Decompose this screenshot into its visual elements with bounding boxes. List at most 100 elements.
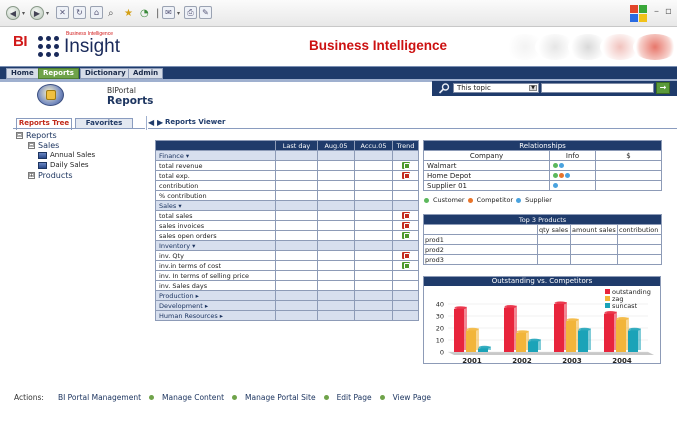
trend-cell (392, 170, 419, 181)
back-dropdown-icon[interactable]: ▾ (22, 6, 25, 20)
refresh-icon[interactable]: ↻ (73, 6, 86, 19)
table-row: Supplier 01 (423, 180, 662, 191)
restore-icon[interactable]: ▫ (665, 6, 672, 17)
trend-up-icon[interactable] (401, 262, 410, 269)
value-cell (317, 160, 355, 171)
tree-node-annual-sales[interactable]: Annual Sales (38, 151, 95, 159)
nav-tab-home[interactable]: Home (6, 68, 39, 79)
relationship-type-icon (553, 183, 558, 188)
bar (454, 308, 464, 352)
minimize-icon[interactable]: – (654, 6, 659, 17)
tree-node-sales[interactable]: ⊟ Sales (28, 141, 59, 150)
stop-icon[interactable]: ✕ (56, 6, 69, 19)
print-icon[interactable]: ⎙ (184, 6, 197, 19)
table-group-row[interactable]: Inventory ▾ (155, 240, 419, 251)
value-cell (570, 234, 618, 245)
column-header: Accu.05 (354, 140, 393, 151)
expand-toggle-icon[interactable]: ⊟ (28, 142, 35, 149)
action-link[interactable]: Manage Content (162, 393, 224, 402)
search-go-button[interactable]: → (656, 82, 670, 94)
bar (504, 307, 514, 352)
search-scope-select[interactable]: This topic ▼ (453, 83, 539, 93)
bar-top (478, 345, 491, 349)
column-header: Last day (275, 140, 318, 151)
viewer-tab-line (148, 128, 677, 129)
relationship-type-icon (553, 163, 558, 168)
table-header-row: Last day Aug.05 Accu.05 Trend (155, 140, 419, 151)
expand-toggle-icon[interactable]: ⊟ (16, 132, 23, 139)
group-label: Development ▸ (155, 300, 276, 311)
trend-up-icon[interactable] (401, 232, 410, 239)
product-name: prod3 (423, 254, 538, 265)
action-link[interactable]: View Page (393, 393, 431, 402)
table-row: prod3 (423, 254, 662, 265)
company-name[interactable]: Supplier 01 (423, 180, 550, 191)
value-cell (617, 244, 662, 255)
nav-tab-admin[interactable]: Admin (128, 68, 164, 79)
column-header: Info (549, 150, 596, 161)
tree-node-reports[interactable]: ⊟ Reports (16, 131, 57, 140)
mail-icon[interactable]: ✉ (162, 6, 175, 19)
nav-tab-reports[interactable]: Reports (38, 68, 79, 79)
tree-node-label: Annual Sales (50, 151, 96, 159)
browser-toolbar: ◀ ▾ ▶ ▾ ✕ ↻ ⌂ ⌕ ★ ◔ | ✉ ▾ ⎙ ✎ – ▫ (0, 0, 677, 27)
table-row: inv. Sales days (155, 280, 419, 291)
mail-dropdown-icon[interactable]: ▾ (177, 6, 180, 20)
trend-down-icon[interactable] (401, 172, 410, 179)
table-group-row[interactable]: Sales ▾ (155, 200, 419, 211)
value-cell (354, 150, 393, 161)
group-label: Production ▸ (155, 290, 276, 301)
value-cell (354, 270, 393, 281)
chevron-down-icon[interactable]: ▼ (529, 85, 537, 91)
table-title-row: Top 3 Products (423, 214, 662, 225)
value-cell (317, 150, 355, 161)
company-name[interactable]: Home Depot (423, 170, 550, 181)
table-group-row[interactable]: Development ▸ (155, 300, 419, 311)
back-icon[interactable]: ◀ (6, 6, 20, 20)
forward-dropdown-icon[interactable]: ▾ (46, 6, 49, 20)
favorites-icon[interactable]: ★ (124, 6, 133, 20)
bar-top (554, 301, 567, 305)
table-row: contribution (155, 180, 419, 191)
search-icon[interactable]: ⌕ (108, 6, 114, 20)
trend-down-icon[interactable] (401, 212, 410, 219)
trend-up-icon[interactable] (401, 162, 410, 169)
bar (554, 304, 564, 352)
table-row: inv. In terms of selling price (155, 270, 419, 281)
chart-title: Outstanding vs. Competitors (424, 277, 660, 286)
history-icon[interactable]: ◔ (140, 6, 149, 20)
collapse-toggle-icon[interactable]: ◀ ▶ (148, 118, 163, 127)
table-group-row[interactable]: Finance ▾ (155, 150, 419, 161)
value-cell (275, 150, 318, 161)
action-link[interactable]: BI Portal Management (58, 393, 141, 402)
forward-icon[interactable]: ▶ (30, 6, 44, 20)
legend-dot-icon (424, 197, 429, 203)
home-icon[interactable]: ⌂ (90, 6, 103, 19)
edit-icon[interactable]: ✎ (199, 6, 212, 19)
table-row: sales open orders (155, 230, 419, 241)
table-group-row[interactable]: Production ▸ (155, 290, 419, 301)
value-cell (354, 190, 393, 201)
expand-toggle-icon[interactable]: ⊞ (28, 172, 35, 179)
tree-node-daily-sales[interactable]: Daily Sales (38, 161, 89, 169)
company-name[interactable]: Walmart (423, 160, 550, 171)
trend-cell (392, 290, 419, 301)
value-cell (317, 270, 355, 281)
value-cell (275, 230, 318, 241)
bullet-icon (379, 395, 385, 400)
action-link[interactable]: Edit Page (337, 393, 372, 402)
metric-label: inv. Qty (155, 250, 276, 261)
tree-node-products[interactable]: ⊞ Products (28, 171, 73, 180)
action-link[interactable]: Manage Portal Site (245, 393, 316, 402)
table-header-row: qty sales amount sales contribution (423, 224, 662, 235)
value-cell (354, 200, 393, 211)
metric-label: sales invoices (155, 220, 276, 231)
value-cell (354, 280, 393, 291)
trend-down-icon[interactable] (401, 252, 410, 259)
nav-tab-dictionary[interactable]: Dictionary (80, 68, 131, 79)
trend-down-icon[interactable] (401, 222, 410, 229)
search-input[interactable] (541, 83, 654, 93)
table-group-row[interactable]: Human Resources ▸ (155, 310, 419, 321)
value-cell (317, 280, 355, 291)
value-cell (537, 244, 571, 255)
